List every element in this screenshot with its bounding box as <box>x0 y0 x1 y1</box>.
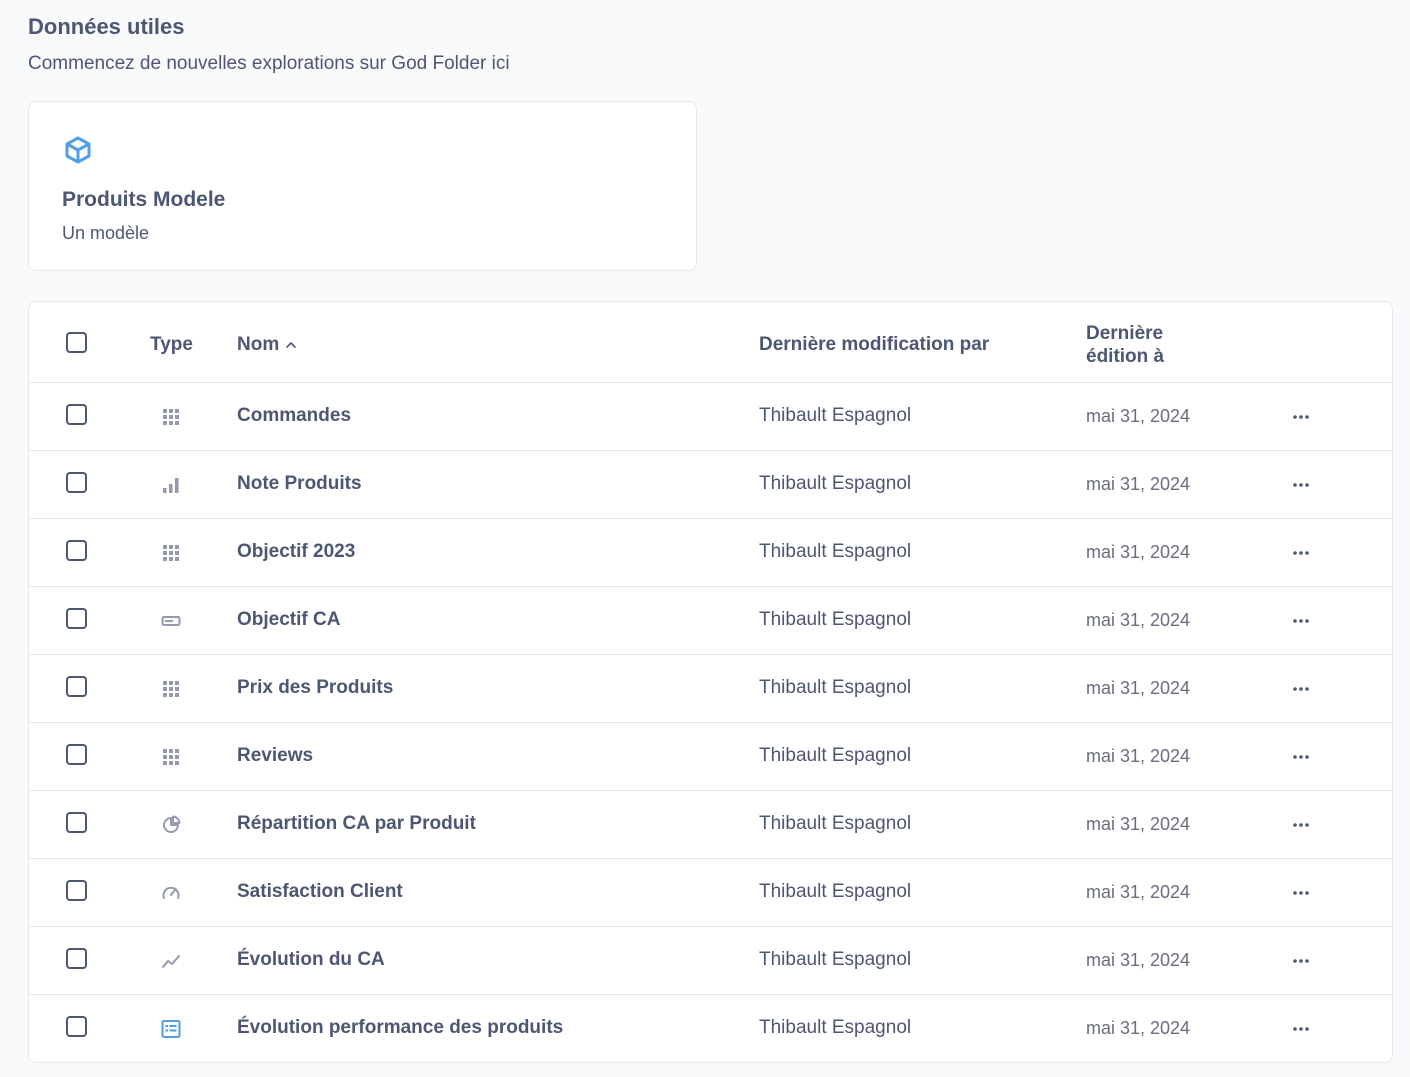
column-header-name[interactable]: Nom <box>237 334 297 356</box>
row-checkbox[interactable] <box>66 880 87 901</box>
row-modified-by: Thibault Espagnol <box>759 881 912 902</box>
gauge-icon <box>162 886 180 899</box>
row-checkbox[interactable] <box>66 812 87 833</box>
row-edited-at: mai 31, 2024 <box>1086 1018 1191 1038</box>
row-edited-at: mai 31, 2024 <box>1086 542 1191 562</box>
items-table: Type Nom Dernière modification par Derni… <box>28 301 1393 1063</box>
ellipsis-icon <box>1293 959 1309 963</box>
table-icon <box>163 749 179 765</box>
section-title: Données utiles <box>28 14 185 39</box>
row-edited-at: mai 31, 2024 <box>1086 610 1191 630</box>
more-actions-button[interactable] <box>1287 403 1315 431</box>
sort-ascending-icon <box>286 342 297 348</box>
row-name[interactable]: Reviews <box>237 745 313 767</box>
row-modified-by: Thibault Espagnol <box>759 473 912 494</box>
ellipsis-icon <box>1293 1027 1309 1031</box>
row-checkbox[interactable] <box>66 948 87 969</box>
row-edited-at: mai 31, 2024 <box>1086 882 1191 902</box>
more-actions-button[interactable] <box>1287 811 1315 839</box>
table-icon <box>163 409 179 425</box>
table-row[interactable]: Prix des Produits Thibault Espagnol mai 31… <box>29 655 1392 723</box>
table-icon <box>163 545 179 561</box>
row-checkbox[interactable] <box>66 744 87 765</box>
table-row[interactable]: Satisfaction Client Thibault Espagnol mai … <box>29 859 1392 927</box>
more-actions-button[interactable] <box>1287 743 1315 771</box>
table-row[interactable]: Commandes Thibault Espagnol mai 31, 2024 <box>29 383 1392 451</box>
row-name[interactable]: Objectif CA <box>237 609 340 631</box>
column-header-edited-at[interactable]: Dernière édition à <box>1086 322 1196 368</box>
page: Données utiles Commencez de nouvelles ex… <box>0 0 1410 1077</box>
table-row[interactable]: Objectif 2023 Thibault Espagnol mai 31, 20… <box>29 519 1392 587</box>
row-edited-at: mai 31, 2024 <box>1086 950 1191 970</box>
row-name[interactable]: Prix des Produits <box>237 677 393 699</box>
row-edited-at: mai 31, 2024 <box>1086 678 1191 698</box>
table-icon <box>163 681 179 697</box>
more-actions-button[interactable] <box>1287 539 1315 567</box>
row-checkbox[interactable] <box>66 404 87 425</box>
table-row[interactable]: Objectif CA Thibault Espagnol mai 31, 2024 <box>29 587 1392 655</box>
row-modified-by: Thibault Espagnol <box>759 745 912 766</box>
bar-chart-icon <box>163 478 179 493</box>
row-edited-at: mai 31, 2024 <box>1086 746 1191 766</box>
row-name[interactable]: Note Produits <box>237 473 362 495</box>
ellipsis-icon <box>1293 755 1309 759</box>
column-header-modified-by[interactable]: Dernière modification par <box>759 334 989 356</box>
row-modified-by: Thibault Espagnol <box>759 813 912 834</box>
dashboard-icon <box>161 1020 181 1038</box>
row-modified-by: Thibault Espagnol <box>759 541 912 562</box>
line-chart-icon <box>162 955 180 968</box>
pie-chart-icon <box>163 815 181 833</box>
model-card-title: Produits Modele <box>62 188 226 211</box>
more-actions-button[interactable] <box>1287 471 1315 499</box>
row-checkbox[interactable] <box>66 676 87 697</box>
row-checkbox[interactable] <box>66 1016 87 1037</box>
ellipsis-icon <box>1293 891 1309 895</box>
row-modified-by: Thibault Espagnol <box>759 677 912 698</box>
row-checkbox[interactable] <box>66 608 87 629</box>
more-actions-button[interactable] <box>1287 879 1315 907</box>
table-row[interactable]: Reviews Thibault Espagnol mai 31, 2024 <box>29 723 1392 791</box>
row-name[interactable]: Évolution performance des produits <box>237 1017 563 1039</box>
table-header: Type Nom Dernière modification par Derni… <box>29 302 1392 383</box>
row-edited-at: mai 31, 2024 <box>1086 474 1191 494</box>
table-row[interactable]: Évolution du CA Thibault Espagnol mai 31, … <box>29 927 1392 995</box>
row-name[interactable]: Satisfaction Client <box>237 881 403 903</box>
model-card-description: Un modèle <box>62 223 150 243</box>
ellipsis-icon <box>1293 483 1309 487</box>
row-modified-by: Thibault Espagnol <box>759 1017 912 1038</box>
more-actions-button[interactable] <box>1287 675 1315 703</box>
row-name[interactable]: Répartition CA par Produit <box>237 813 476 835</box>
more-actions-button[interactable] <box>1287 607 1315 635</box>
more-actions-button[interactable] <box>1287 1015 1315 1043</box>
row-modified-by: Thibault Espagnol <box>759 949 912 970</box>
ellipsis-icon <box>1293 619 1309 623</box>
row-modified-by: Thibault Espagnol <box>759 609 912 630</box>
row-modified-by: Thibault Espagnol <box>759 405 912 426</box>
cube-icon <box>65 136 91 164</box>
column-header-type[interactable]: Type <box>150 334 193 356</box>
row-edited-at: mai 31, 2024 <box>1086 814 1191 834</box>
number-icon <box>161 616 181 626</box>
model-card[interactable]: Produits Modele Un modèle <box>28 101 697 271</box>
row-checkbox[interactable] <box>66 472 87 493</box>
table-row[interactable]: Évolution performance des produits Thibau… <box>29 995 1392 1062</box>
row-checkbox[interactable] <box>66 540 87 561</box>
table-row[interactable]: Note Produits Thibault Espagnol mai 31, 20… <box>29 451 1392 519</box>
row-edited-at: mai 31, 2024 <box>1086 406 1191 426</box>
section-subtitle: Commencez de nouvelles explorations sur … <box>28 53 510 74</box>
column-header-name-label: Nom <box>237 334 280 355</box>
table-row[interactable]: Répartition CA par Produit Thibault Espag… <box>29 791 1392 859</box>
row-name[interactable]: Objectif 2023 <box>237 541 355 563</box>
ellipsis-icon <box>1293 415 1309 419</box>
row-name[interactable]: Commandes <box>237 405 351 427</box>
ellipsis-icon <box>1293 551 1309 555</box>
more-actions-button[interactable] <box>1287 947 1315 975</box>
row-name[interactable]: Évolution du CA <box>237 949 385 971</box>
select-all-checkbox[interactable] <box>66 332 87 353</box>
ellipsis-icon <box>1293 687 1309 691</box>
ellipsis-icon <box>1293 823 1309 827</box>
